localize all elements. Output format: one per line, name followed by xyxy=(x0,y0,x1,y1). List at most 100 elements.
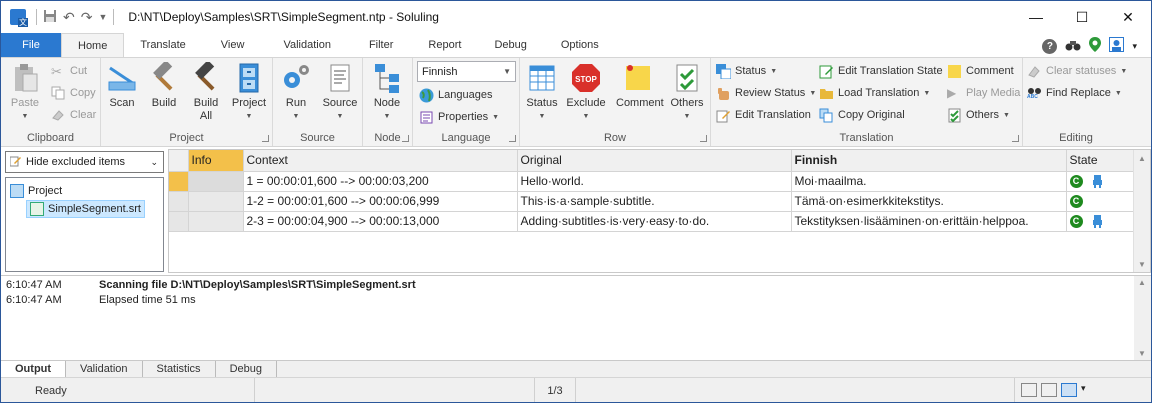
translation-cell[interactable]: Tekstityksen·lisääminen·on·erittäin·help… xyxy=(791,211,1067,232)
copy-original-button[interactable]: Copy Original xyxy=(819,105,905,125)
list-view-icon[interactable] xyxy=(1041,383,1057,397)
quick-access-toolbar: ↶ ↷ ▼ xyxy=(36,9,115,26)
filter-select[interactable]: Hide excluded items ⌄ xyxy=(5,151,164,173)
grid-corner[interactable] xyxy=(169,150,189,172)
edit-translation-state-button[interactable]: Edit Translation State xyxy=(819,61,943,81)
row-selector[interactable] xyxy=(169,191,189,212)
grid-scrollbar[interactable]: ▲ ▼ xyxy=(1133,150,1150,272)
translation-dialog-launcher-icon[interactable] xyxy=(1012,135,1019,142)
binoculars-icon[interactable] xyxy=(1065,39,1081,54)
ribbon-options-icon[interactable]: ▾ xyxy=(1132,41,1137,52)
run-button[interactable]: Run ▼ xyxy=(275,62,317,123)
scan-button[interactable]: Scan xyxy=(101,62,143,110)
column-header-state[interactable]: State xyxy=(1066,150,1134,172)
translation-cell[interactable]: Tämä·on·esimerkkitekstitys. xyxy=(791,191,1067,212)
tab-report[interactable]: Report xyxy=(411,33,478,57)
context-cell[interactable]: 2-3 = 00:00:04,900 --> 00:00:13,000 xyxy=(243,211,518,232)
state-badge: C xyxy=(1069,215,1083,229)
clear-button[interactable]: Clear xyxy=(51,105,96,125)
clear-statuses-button[interactable]: Clear statuses ▼ xyxy=(1027,61,1127,81)
split-view-icon[interactable] xyxy=(1061,383,1077,397)
cut-button[interactable]: ✂ Cut xyxy=(51,61,87,81)
row-selector[interactable] xyxy=(169,211,189,232)
project-button[interactable]: Project ▼ xyxy=(228,62,270,123)
context-cell[interactable]: 1-2 = 00:00:01,600 --> 00:00:06,999 xyxy=(243,191,518,212)
paste-button[interactable]: Paste ▼ xyxy=(4,62,46,123)
column-header-finnish[interactable]: Finnish xyxy=(791,150,1067,172)
tab-file[interactable]: File xyxy=(1,33,61,57)
state-cell[interactable]: C xyxy=(1066,211,1134,232)
project-dialog-launcher-icon[interactable] xyxy=(262,135,269,142)
tab-validation-pane[interactable]: Validation xyxy=(66,361,143,377)
close-button[interactable]: ✕ xyxy=(1105,1,1151,33)
find-replace-label: Find Replace xyxy=(1046,87,1111,99)
row-status-button[interactable]: Status ▼ xyxy=(521,62,563,123)
soluling-app-icon[interactable] xyxy=(10,9,28,27)
column-header-original[interactable]: Original xyxy=(517,150,792,172)
tab-options[interactable]: Options xyxy=(543,33,617,57)
column-header-context[interactable]: Context xyxy=(243,150,518,172)
row-dialog-launcher-icon[interactable] xyxy=(700,135,707,142)
tab-view[interactable]: View xyxy=(202,33,264,57)
language-dialog-launcher-icon[interactable] xyxy=(509,135,516,142)
tree-item-project[interactable]: Project xyxy=(10,182,62,200)
grid-view-icon[interactable] xyxy=(1021,383,1037,397)
log-entry: 6:10:47 AM Scanning file D:\NT\Deploy\Sa… xyxy=(6,279,416,294)
tab-debug[interactable]: Debug xyxy=(478,33,542,57)
minimize-button[interactable]: — xyxy=(1013,1,1059,33)
scroll-up-icon[interactable]: ▲ xyxy=(1134,150,1150,166)
maximize-button[interactable]: ☐ xyxy=(1059,1,1105,33)
language-select[interactable]: Finnish ▼ xyxy=(417,61,516,82)
original-cell[interactable]: This·is·a·sample·subtitle. xyxy=(517,191,792,212)
exclude-button[interactable]: STOP Exclude ▼ xyxy=(565,62,607,123)
tree-item-simplesegment[interactable]: SimpleSegment.srt xyxy=(26,200,145,218)
node-dialog-launcher-icon[interactable] xyxy=(402,135,409,142)
tab-filter[interactable]: Filter xyxy=(351,33,411,57)
translation-others-button[interactable]: Others ▼ xyxy=(947,105,1010,125)
column-header-info[interactable]: Info xyxy=(188,150,244,172)
translation-comment-button[interactable]: Comment xyxy=(947,61,1014,81)
edit-translation-button[interactable]: Edit Translation xyxy=(716,105,811,125)
original-cell[interactable]: Hello·world. xyxy=(517,171,792,192)
row-comment-button[interactable]: Comment xyxy=(616,62,664,110)
table-row[interactable]: 2-3 = 00:00:04,900 --> 00:00:13,000 Addi… xyxy=(169,211,1134,232)
row-selector[interactable] xyxy=(169,171,189,192)
tab-debug-pane[interactable]: Debug xyxy=(216,361,277,377)
table-row[interactable]: 1-2 = 00:00:01,600 --> 00:00:06,999 This… xyxy=(169,191,1134,212)
help-icon[interactable]: ? xyxy=(1042,38,1058,54)
state-cell[interactable]: C xyxy=(1066,171,1134,192)
tab-validation[interactable]: Validation xyxy=(263,33,351,57)
find-replace-button[interactable]: ABC Find Replace ▼ xyxy=(1027,83,1122,103)
play-media-button[interactable]: ▶ Play Media xyxy=(947,83,1020,103)
translation-cell[interactable]: Moi·maailma. xyxy=(791,171,1067,192)
scroll-down-icon[interactable]: ▼ xyxy=(1134,256,1150,272)
customize-toolbar-icon[interactable]: ▼ xyxy=(98,12,107,22)
context-cell[interactable]: 1 = 00:00:01,600 --> 00:00:03,200 xyxy=(243,171,518,192)
save-icon[interactable] xyxy=(43,9,57,26)
source-button[interactable]: Source ▼ xyxy=(319,62,361,123)
view-options-icon[interactable]: ▾ xyxy=(1081,383,1086,394)
tab-output[interactable]: Output xyxy=(1,361,67,377)
properties-button[interactable]: Properties ▼ xyxy=(419,107,499,127)
table-row[interactable]: 1 = 00:00:01,600 --> 00:00:03,200 Hello·… xyxy=(169,171,1134,192)
languages-button[interactable]: Languages xyxy=(419,85,492,105)
tab-home[interactable]: Home xyxy=(61,33,125,57)
build-all-button[interactable]: Build All xyxy=(185,60,227,123)
build-button[interactable]: Build xyxy=(143,60,185,110)
properties-dropdown-icon: ▼ xyxy=(492,113,500,121)
tab-translate[interactable]: Translate xyxy=(124,33,201,57)
redo-icon[interactable]: ↷ xyxy=(81,9,93,26)
user-account-icon[interactable] xyxy=(1109,37,1125,55)
load-translation-button[interactable]: Load Translation ▼ xyxy=(819,83,930,103)
undo-icon[interactable]: ↶ xyxy=(63,9,75,26)
translation-status-button[interactable]: Status ▼ xyxy=(716,61,777,81)
node-button[interactable]: Node ▼ xyxy=(366,62,408,123)
copy-button[interactable]: Copy xyxy=(51,83,96,103)
location-pin-icon[interactable] xyxy=(1089,37,1102,55)
review-status-button[interactable]: Review Status ▼ xyxy=(716,83,816,103)
output-scrollbar[interactable] xyxy=(1134,276,1151,360)
tab-statistics[interactable]: Statistics xyxy=(143,361,216,377)
row-others-button[interactable]: Others ▼ xyxy=(666,62,708,123)
original-cell[interactable]: Adding·subtitles·is·very·easy·to·do. xyxy=(517,211,792,232)
state-cell[interactable]: C xyxy=(1066,191,1134,212)
